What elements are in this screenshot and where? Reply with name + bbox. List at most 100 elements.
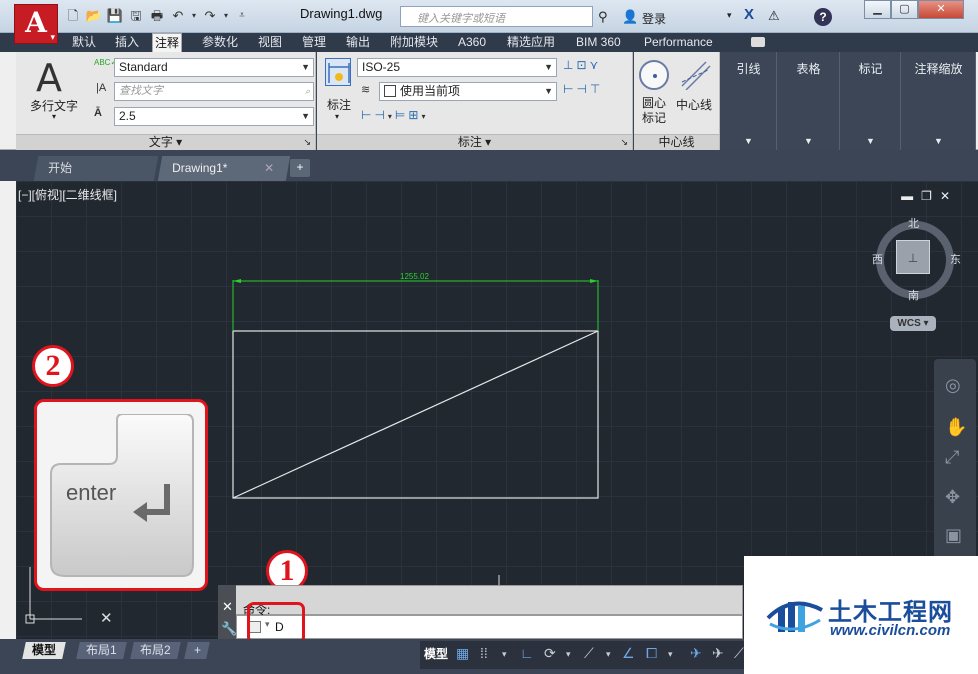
compass-north[interactable]: 北 [908, 215, 919, 231]
annotation-scaling-panel[interactable]: 注释缩放 ▼ [902, 52, 976, 150]
centerline-icon[interactable] [680, 60, 712, 90]
text-panel-title[interactable]: 文字 ▾ ↘ [16, 134, 315, 150]
continue-dim-icon[interactable]: ⊞ [408, 108, 421, 122]
update-dim-icon[interactable]: ⊣ [576, 82, 589, 96]
login-link[interactable]: 登录 [642, 10, 666, 27]
save-icon[interactable]: 💾 [106, 8, 124, 24]
exchange-apps-icon[interactable]: X [744, 6, 754, 23]
help-icon[interactable]: ? [814, 8, 832, 26]
quick-dim-icon[interactable]: ⊨ [395, 108, 408, 122]
chevron-down-icon[interactable]: ▾ [606, 649, 611, 660]
dimension-style-select[interactable]: ISO-25 ▼ [357, 58, 557, 77]
object-snap-tracking-icon[interactable]: ∠ [622, 645, 635, 662]
customize-qat-icon[interactable]: ⩡ [233, 8, 251, 24]
dimension-layer-select[interactable]: 使用当前项 ▼ [379, 82, 557, 101]
tab-featured-apps[interactable]: 精选应用 [505, 33, 557, 52]
tab-start[interactable]: 开始 [33, 156, 159, 181]
command-line-grip[interactable]: ✕ 🔧 [218, 585, 237, 642]
compass-west[interactable]: 西 [872, 251, 883, 267]
minimize-button[interactable]: ▁ [864, 0, 891, 19]
undo-dropdown-icon[interactable]: ▾ [190, 8, 198, 24]
open-file-icon[interactable]: 📂 [85, 8, 103, 24]
showmotion-icon[interactable]: ▣ [945, 525, 962, 546]
maximize-button[interactable]: ▢ [891, 0, 918, 19]
chevron-down-icon[interactable]: ▾ [566, 649, 571, 660]
binoculars-icon[interactable]: ⚲ [598, 9, 608, 25]
tab-insert[interactable]: 插入 [113, 33, 141, 52]
chevron-down-icon[interactable]: ▾ [388, 112, 395, 121]
undo-icon[interactable]: ↶ [169, 8, 187, 24]
polar-tracking-icon[interactable]: ⟳ [544, 645, 556, 662]
redo-dropdown-icon[interactable]: ▾ [222, 8, 230, 24]
center-mark-icon[interactable] [639, 60, 669, 90]
tab-bim360[interactable]: BIM 360 [574, 33, 623, 52]
save-as-icon[interactable]: 🖫 [127, 8, 145, 24]
tab-model[interactable]: 模型 [22, 642, 66, 659]
find-text-input[interactable]: 查找文字 ⌕ [114, 82, 314, 101]
reassociate-icon[interactable]: ⊤ [590, 82, 603, 96]
tab-parametric[interactable]: 参数化 [200, 33, 240, 52]
print-icon[interactable]: 🖶 [148, 8, 166, 24]
annotation-visibility-icon[interactable]: ✈ [690, 645, 702, 662]
isometric-drafting-icon[interactable]: ⟋ [584, 645, 594, 662]
new-file-icon[interactable]: 🗋 [64, 8, 82, 24]
tab-output[interactable]: 输出 [344, 33, 372, 52]
dimension-label[interactable]: 标注 [327, 96, 351, 113]
tab-performance[interactable]: Performance [642, 33, 715, 52]
help-search-input[interactable]: 键入关键字或短语 [400, 6, 593, 27]
tab-manage[interactable]: 管理 [300, 33, 328, 52]
adjust-space-icon[interactable]: ⊡ [576, 58, 589, 72]
pan-hand-icon[interactable]: ✋ [945, 417, 967, 438]
auto-scale-icon[interactable]: ✈ [712, 645, 724, 662]
tab-annotate[interactable]: 注释 [152, 33, 183, 53]
linear-dim-icon[interactable]: ⊢⊣ [361, 108, 388, 122]
new-tab-button[interactable]: + [290, 159, 310, 177]
redo-icon[interactable]: ↷ [201, 8, 219, 24]
login-dropdown-icon[interactable]: ▾ [727, 10, 732, 21]
break-dim-icon[interactable]: ⊥ [563, 58, 576, 72]
customize-wrench-icon[interactable]: 🔧 [221, 621, 237, 637]
ortho-mode-icon[interactable]: ∟ [520, 645, 534, 661]
chevron-down-icon[interactable]: ▾ [421, 112, 428, 121]
annotation-scale-icon[interactable]: ⟋ [734, 645, 744, 662]
chevron-down-icon[interactable]: ▾ [52, 112, 56, 121]
dimension-panel-title[interactable]: 标注 ▾ ↘ [317, 134, 632, 150]
tab-default[interactable]: 默认 [70, 33, 98, 52]
grid-display-icon[interactable]: ▦ [456, 645, 469, 662]
tab-layout1[interactable]: 布局1 [76, 642, 127, 659]
chevron-down-icon[interactable]: ▾ [668, 649, 673, 660]
user-icon[interactable]: 👤 [622, 9, 638, 25]
model-space-button[interactable]: 模型 [424, 645, 448, 662]
tab-layout2[interactable]: 布局2 [130, 642, 181, 659]
text-style-select[interactable]: Standard ▼ [114, 58, 314, 77]
center-mark-label[interactable]: 圆心 标记 [642, 96, 666, 126]
chevron-down-icon[interactable]: ▾ [502, 649, 507, 660]
tab-a360[interactable]: A360 [456, 33, 488, 52]
close-command-line-icon[interactable]: ✕ [222, 599, 233, 615]
object-snap-icon[interactable]: ⧠ [646, 645, 657, 662]
close-tab-icon[interactable]: ✕ [264, 156, 274, 180]
table-panel[interactable]: 表格 ▼ [778, 52, 840, 150]
centerline-label[interactable]: 中心线 [676, 96, 712, 113]
multiline-text-icon[interactable]: A [36, 56, 62, 100]
dialog-launcher-icon[interactable]: ↘ [303, 135, 311, 150]
diagonal-line[interactable] [232, 330, 599, 499]
viewcube[interactable]: ⊥ [896, 240, 930, 274]
dimension-icon[interactable] [325, 58, 351, 86]
tab-view[interactable]: 视图 [256, 33, 284, 52]
a360-icon[interactable]: ⚠ [768, 8, 780, 24]
chevron-down-icon[interactable]: ▾ [335, 112, 339, 121]
tab-addins[interactable]: 附加模块 [388, 33, 440, 52]
markup-panel[interactable]: 标记 ▼ [841, 52, 901, 150]
zoom-extents-icon[interactable]: ⤢ [945, 447, 959, 468]
add-layout-button[interactable]: + [184, 642, 210, 659]
inspect-dim-icon[interactable]: ⊢ [563, 82, 576, 96]
orbit-icon[interactable]: ✥ [945, 487, 960, 508]
close-button[interactable]: ✕ [918, 0, 964, 19]
text-height-select[interactable]: 2.5 ▼ [114, 107, 314, 126]
jog-icon[interactable]: ⋎ [590, 58, 602, 72]
application-menu-logo[interactable]: A ▾ [14, 4, 58, 44]
compass-east[interactable]: 东 [950, 251, 961, 267]
tab-drawing1[interactable]: Drawing1* ✕ [157, 156, 291, 181]
dialog-launcher-icon[interactable]: ↘ [620, 135, 628, 150]
